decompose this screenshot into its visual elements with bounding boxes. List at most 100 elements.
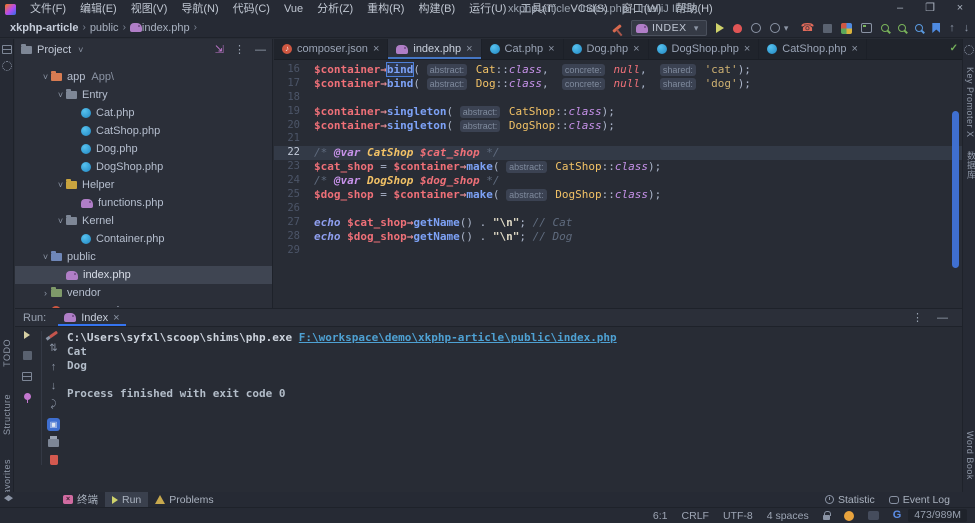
memory-indicator[interactable]: 473/989M — [908, 509, 967, 522]
run-console-output[interactable]: C:\Users\syfxl\scoop\shims\php.exe F:\wo… — [67, 331, 956, 492]
restore-layout-icon[interactable] — [22, 372, 32, 381]
chevron-icon[interactable]: ˅ — [55, 216, 66, 226]
search-green-icon[interactable] — [881, 24, 889, 32]
coverage-run-icon[interactable] — [751, 23, 761, 33]
arrow-down-icon[interactable]: ↓ — [964, 23, 970, 34]
close-icon[interactable]: × — [466, 43, 472, 55]
menu-item[interactable]: 编辑(E) — [73, 0, 124, 18]
close-button[interactable]: × — [945, 0, 975, 18]
tree-item-app[interactable]: ˅appApp\ — [15, 68, 272, 86]
plugin-colored-icon[interactable] — [841, 23, 852, 34]
tree-item-entry[interactable]: ˅Entry — [15, 86, 272, 104]
tool-window-statistic[interactable]: Statistic — [818, 492, 882, 507]
menu-item[interactable]: 导航(N) — [174, 0, 225, 18]
tree-item-catshop-php[interactable]: CatShop.php — [15, 122, 272, 140]
tool-window-terminal[interactable]: × 终端 — [56, 492, 105, 507]
pin-tab-icon[interactable] — [24, 393, 31, 400]
close-icon[interactable]: × — [548, 43, 554, 55]
tool-window-event-log[interactable]: Event Log — [882, 492, 957, 507]
menu-item[interactable]: 分析(Z) — [310, 0, 360, 18]
hide-panel-icon[interactable]: — — [255, 44, 266, 56]
attach-to-process-icon[interactable]: ☎ — [801, 23, 815, 34]
code-line-24[interactable]: 24/* @var DogShop $dog_shop */ — [274, 174, 962, 188]
clear-console-icon[interactable] — [50, 455, 58, 465]
run-tab-index[interactable]: Index × — [58, 309, 125, 326]
tool-window-key-promoter[interactable]: Key Promoter X — [965, 67, 975, 138]
editor-tab-cat-php[interactable]: Cat.php× — [482, 39, 564, 59]
tool-window-database[interactable]: 数据库 — [965, 151, 975, 180]
soft-wrap-icon[interactable]: ⤸ — [51, 400, 57, 410]
code-line-28[interactable]: 28echo $dog_shop→getName() . "\n"; // Do… — [274, 230, 962, 244]
tree-item-dog-php[interactable]: Dog.php — [15, 140, 272, 158]
filter-icon[interactable]: ⇅ — [49, 344, 57, 354]
editor-tab-index-php[interactable]: index.php× — [388, 39, 481, 59]
tree-item-container-php[interactable]: Container.php — [15, 230, 272, 248]
minimize-button[interactable]: – — [885, 0, 915, 18]
run-button[interactable] — [716, 23, 724, 33]
close-icon[interactable]: × — [744, 43, 750, 55]
menu-item[interactable]: 重构(R) — [360, 0, 411, 18]
code-line-25[interactable]: 25$dog_shop = $container→make( abstract:… — [274, 188, 962, 202]
menu-item[interactable]: 文件(F) — [23, 0, 73, 18]
inspections-ok-icon[interactable]: ✓ — [950, 43, 958, 54]
code-line-17[interactable]: 17$container→bind( abstract: Dog::class,… — [274, 77, 962, 91]
tree-item-kernel[interactable]: ˅Kernel — [15, 212, 272, 230]
code-line-19[interactable]: 19$container→singleton( abstract: CatSho… — [274, 105, 962, 119]
menu-item[interactable]: 视图(V) — [124, 0, 175, 18]
chevron-icon[interactable]: ˅ — [40, 72, 51, 82]
scroll-up-icon[interactable]: ↑ — [51, 362, 57, 373]
tree-item-index-php[interactable]: index.php — [15, 266, 272, 284]
tool-window-todo[interactable]: TODO — [2, 339, 12, 367]
chevron-icon[interactable]: › — [40, 288, 51, 298]
code-line-29[interactable]: 29 — [274, 244, 962, 258]
chevron-down-icon[interactable]: ˅ — [75, 45, 86, 55]
terminal-window-icon[interactable] — [861, 23, 872, 33]
stop-button[interactable] — [23, 351, 32, 360]
lock-icon[interactable] — [823, 515, 830, 520]
plugin-hat-icon[interactable] — [868, 511, 879, 520]
tree-item-cat-php[interactable]: Cat.php — [15, 104, 272, 122]
tree-item-functions-php[interactable]: functions.php — [15, 194, 272, 212]
editor-tab-composer-json[interactable]: ♪composer.json× — [274, 39, 388, 59]
tool-window-word-book[interactable]: Word Book — [965, 431, 975, 480]
profiler-icon[interactable] — [770, 23, 780, 33]
arrow-up-icon[interactable]: ↑ — [949, 23, 955, 34]
maximize-button[interactable]: ❐ — [915, 0, 945, 18]
code-line-23[interactable]: 23$cat_shop = $container→make( abstract:… — [274, 160, 962, 174]
close-icon[interactable]: × — [633, 43, 639, 55]
run-configuration-select[interactable]: INDEX ▾ — [631, 20, 707, 36]
tree-item-vendor[interactable]: ›vendor — [15, 284, 272, 302]
chevron-down-icon[interactable]: ▾ — [781, 23, 792, 34]
more-options-icon[interactable]: ⋮ — [234, 43, 245, 56]
more-options-icon[interactable]: ⋮ — [912, 311, 923, 324]
tool-window-run[interactable]: Run — [105, 492, 148, 507]
console-file-link[interactable]: F:\workspace\demo\xkphp-article\public\i… — [299, 331, 617, 344]
replace-green-icon[interactable] — [898, 24, 906, 32]
indent-indicator[interactable]: 4 spaces — [760, 510, 816, 522]
menu-item[interactable]: 构建(B) — [411, 0, 462, 18]
scroll-to-end-icon[interactable]: ▣ — [47, 418, 60, 431]
stop-button[interactable] — [823, 24, 832, 33]
menu-item[interactable]: 运行(U) — [462, 0, 513, 18]
tool-window-problems[interactable]: Problems — [148, 492, 220, 507]
breadcrumb-item[interactable]: xkphp-article — [10, 22, 78, 34]
code-line-16[interactable]: 16$container→bind( abstract: Cat::class,… — [274, 63, 962, 77]
editor-tab-dog-php[interactable]: Dog.php× — [564, 39, 649, 59]
close-icon[interactable]: × — [113, 312, 119, 324]
close-icon[interactable]: × — [851, 43, 857, 55]
code-line-26[interactable]: 26 — [274, 202, 962, 216]
encoding-indicator[interactable]: UTF-8 — [716, 510, 760, 522]
debug-button[interactable] — [733, 24, 742, 33]
chevron-icon[interactable]: ˅ — [40, 252, 51, 262]
tree-item-dogshop-php[interactable]: DogShop.php — [15, 158, 272, 176]
project-stripe-icon[interactable] — [2, 45, 12, 54]
collapse-all-icon[interactable]: ⇲ — [215, 43, 224, 56]
code-line-27[interactable]: 27echo $cat_shop→getName() . "\n"; // Ca… — [274, 216, 962, 230]
hide-panel-icon[interactable]: — — [937, 312, 948, 324]
code-line-22[interactable]: 22/* @var CatShop $cat_shop */ — [274, 146, 962, 160]
scroll-down-icon[interactable]: ↓ — [51, 381, 57, 392]
tree-item-helper[interactable]: ˅Helper — [15, 176, 272, 194]
editor-scrollbar-thumb[interactable] — [952, 111, 959, 268]
project-panel-title[interactable]: Project — [37, 44, 71, 56]
chevron-icon[interactable]: ˅ — [55, 90, 66, 100]
